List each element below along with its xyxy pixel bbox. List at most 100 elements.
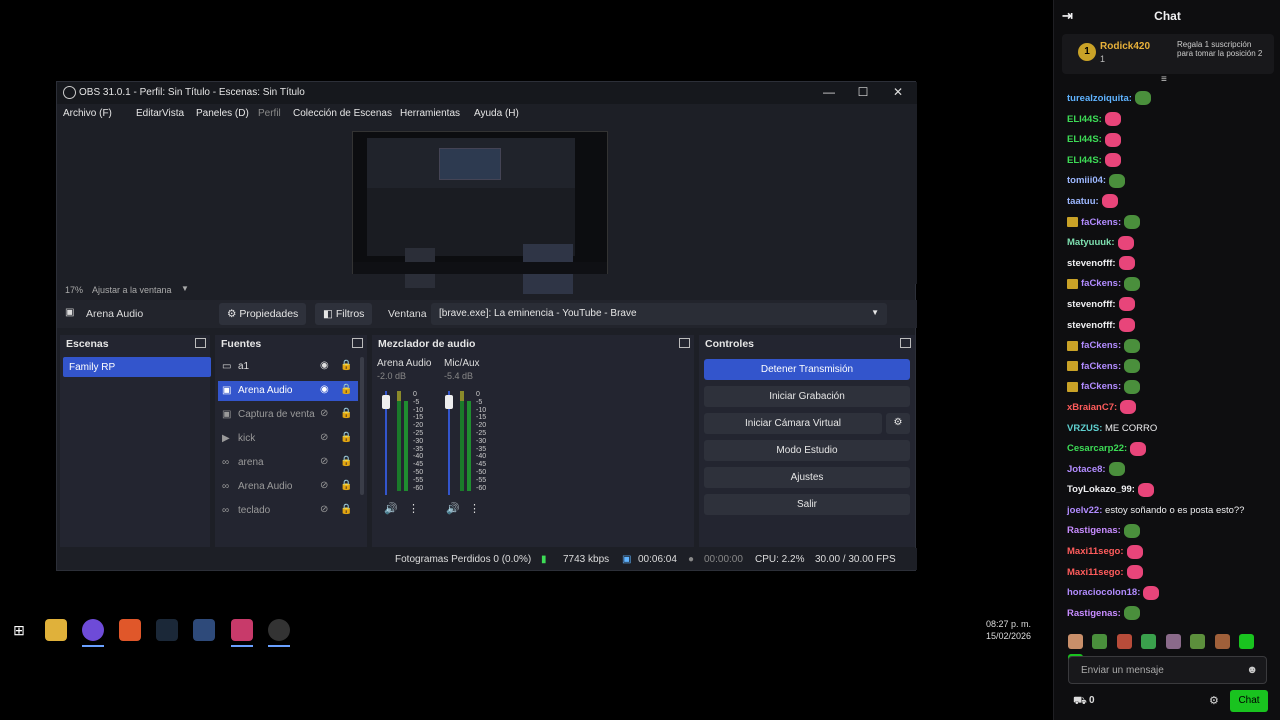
emote-icon[interactable] [1165,634,1181,649]
discord-icon[interactable] [82,619,104,641]
scene-item[interactable]: Family RP [63,357,211,377]
chat-username[interactable]: VRZUS: [1067,423,1102,434]
chat-username[interactable]: horaciocolon18: [1067,587,1140,598]
eye-hidden-icon[interactable]: ⊘ [320,432,328,443]
file-explorer-icon[interactable] [45,619,67,641]
obs-icon[interactable] [268,619,290,641]
volume-icon[interactable]: 🔊 [384,502,398,515]
menu-ayuda[interactable]: Ayuda (H) [474,108,519,119]
expand-icon[interactable]: ≡ [1161,74,1167,85]
menu-vista[interactable]: Vista [162,108,184,119]
source-item[interactable]: ▭ a1 ◉ 🔒 [218,357,358,377]
chat-username[interactable]: faCkens: [1081,340,1121,351]
collapse-icon[interactable]: ⇥ [1062,8,1073,24]
stop-stream-button[interactable]: Detener Transmisión [704,359,910,380]
emoji-icon[interactable]: ☻ [1246,664,1258,676]
start-virtual-camera-button[interactable]: Iniciar Cámara Virtual [704,413,882,434]
eye-hidden-icon[interactable]: ⊘ [320,504,328,515]
source-item[interactable]: ∞ arena ⊘ 🔒 [218,453,358,473]
lock-icon[interactable]: 🔒 [340,432,352,443]
chat-username[interactable]: Maxi11sego: [1067,546,1124,557]
properties-button[interactable]: ⚙ Propiedades [219,303,307,325]
chat-username[interactable]: Rastigenas: [1067,525,1121,536]
brave-icon[interactable] [119,619,141,641]
maximize-icon[interactable]: ☐ [852,85,874,99]
source-item[interactable]: ▣ Arena Audio ◉ 🔒 [218,381,358,401]
chat-username[interactable]: faCkens: [1081,278,1121,289]
menu-editar[interactable]: Editar [136,108,162,119]
menu-coleccion[interactable]: Colección de Escenas [293,108,392,119]
windows-start-icon[interactable]: ⊞ [8,619,30,641]
emote-icon[interactable] [1239,634,1255,649]
undock-icon[interactable] [195,338,206,348]
filters-button[interactable]: ◧ Filtros [315,303,373,325]
steam-icon[interactable] [156,619,178,641]
chat-username[interactable]: Maxi11sego: [1067,567,1124,578]
source-item[interactable]: ▣ Captura de venta ⊘ 🔒 [218,405,358,425]
chat-input[interactable]: Enviar un mensaje ☻ [1068,656,1267,684]
start-recording-button[interactable]: Iniciar Grabación [704,386,910,407]
lock-icon[interactable]: 🔒 [340,480,352,491]
undock-icon[interactable] [900,338,911,348]
sources-scrollbar[interactable] [360,357,364,495]
source-item[interactable]: ∞ Arena Audio ⊘ 🔒 [218,477,358,497]
exit-button[interactable]: Salir [704,494,910,515]
zoom-level[interactable]: 17% [65,285,83,295]
gift-icon[interactable]: ⛟ [1073,695,1087,709]
volume-knob[interactable] [382,394,390,409]
emote-icon[interactable] [1141,634,1157,649]
gear-icon[interactable]: ⚙ [886,413,910,434]
chat-username[interactable]: stevenofff: [1067,299,1116,310]
lock-icon[interactable]: 🔒 [340,384,352,395]
menu-perfil[interactable]: Perfil [258,108,281,119]
chat-username[interactable]: faCkens: [1081,381,1121,392]
window-select[interactable]: [brave.exe]: La eminencia - YouTube - Br… [431,303,887,325]
lock-icon[interactable]: 🔒 [340,360,352,371]
emote-icon[interactable] [1068,634,1083,649]
lock-icon[interactable]: 🔒 [340,408,352,419]
more-icon[interactable]: ⋮ [408,502,419,515]
system-clock[interactable]: 08:27 p. m. 15/02/2026 [986,618,1031,642]
lock-icon[interactable]: 🔒 [340,456,352,467]
menu-herramientas[interactable]: Herramientas [400,108,460,119]
undock-icon[interactable] [352,338,363,348]
source-item[interactable]: ∞ teclado ⊘ 🔒 [218,501,358,521]
stream-preview[interactable] [352,131,608,294]
app-icon[interactable] [193,619,215,641]
fit-label[interactable]: Ajustar a la ventana [92,285,172,295]
menu-paneles[interactable]: Paneles (D) [196,108,249,119]
eye-hidden-icon[interactable]: ⊘ [320,408,328,419]
chat-username[interactable]: ELI44S: [1067,114,1102,125]
settings-button[interactable]: Ajustes [704,467,910,488]
chat-username[interactable]: ELI44S: [1067,155,1102,166]
lock-icon[interactable]: 🔒 [340,504,352,515]
emote-icon[interactable] [1092,634,1108,649]
chat-username[interactable]: joelv22: [1067,505,1102,516]
gear-icon[interactable]: ⚙ [1209,694,1219,707]
chevron-down-icon[interactable]: ▼ [181,284,189,293]
eye-hidden-icon[interactable]: ⊘ [320,480,328,491]
chat-username[interactable]: taatuu: [1067,196,1099,207]
pinned-leaderboard[interactable]: 1 Rodick420 1 Regala 1 suscripción para … [1062,34,1274,74]
close-icon[interactable]: ✕ [887,85,909,99]
more-icon[interactable]: ⋮ [469,502,480,515]
chat-username[interactable]: turealzoiquita: [1067,93,1132,104]
chat-username[interactable]: faCkens: [1081,217,1121,228]
chat-username[interactable]: xBraianC7: [1067,402,1117,413]
chat-username[interactable]: ELI44S: [1067,134,1102,145]
app-icon[interactable] [231,619,253,641]
chat-username[interactable]: Jotace8: [1067,464,1106,475]
chat-username[interactable]: stevenofff: [1067,258,1116,269]
minimize-icon[interactable]: — [818,85,840,99]
chat-send-button[interactable]: Chat [1230,690,1268,712]
chat-username[interactable]: Cesarcarp22: [1067,443,1127,454]
menu-archivo[interactable]: Archivo (F) [63,108,112,119]
volume-icon[interactable]: 🔊 [446,502,460,515]
undock-icon[interactable] [679,338,690,348]
chat-username[interactable]: stevenofff: [1067,320,1116,331]
eye-hidden-icon[interactable]: ⊘ [320,456,328,467]
chat-username[interactable]: Matyuuuk: [1067,237,1115,248]
studio-mode-button[interactable]: Modo Estudio [704,440,910,461]
emote-icon[interactable] [1190,634,1206,649]
chat-username[interactable]: ToyLokazo_99: [1067,484,1135,495]
